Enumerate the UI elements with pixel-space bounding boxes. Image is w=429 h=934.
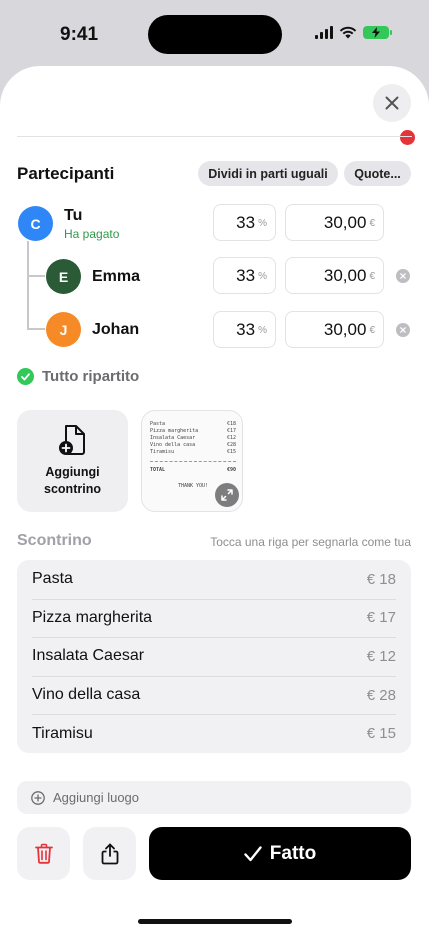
list-item[interactable]: Insalata Caesar € 12 — [17, 637, 411, 676]
avatar: E — [46, 259, 81, 294]
tree-connector — [27, 275, 45, 277]
add-document-icon — [58, 425, 85, 455]
remove-participant-icon[interactable] — [396, 269, 410, 283]
list-item[interactable]: Pasta € 18 — [17, 560, 411, 599]
battery-charging-icon — [363, 26, 392, 39]
avatar: J — [46, 312, 81, 347]
status-bar: 9:41 — [0, 0, 429, 66]
header-divider — [17, 136, 412, 137]
remove-participant-icon[interactable] — [396, 323, 410, 337]
tree-connector — [27, 241, 29, 328]
fully-split-status: Tutto ripartito — [17, 368, 139, 385]
receipt-hint: Tocca una riga per segnarla come tua — [210, 535, 411, 549]
trash-icon — [34, 843, 53, 864]
share-icon — [101, 843, 118, 864]
checkmark-circle-icon — [17, 368, 34, 385]
add-place-button[interactable]: Aggiungi luogo — [17, 781, 411, 814]
receipt-section-title: Scontrino — [17, 532, 92, 549]
expand-icon[interactable] — [215, 483, 239, 507]
paid-status: Ha pagato — [64, 227, 120, 241]
amount-field[interactable]: 30,00 € — [285, 311, 384, 348]
xmark-icon — [385, 96, 399, 110]
amount-field[interactable]: 30,00 € — [285, 257, 384, 294]
avatar: C — [18, 206, 53, 241]
add-receipt-label: Aggiungi scontrino — [44, 465, 101, 496]
share-button[interactable] — [83, 827, 136, 880]
tree-connector — [27, 328, 45, 330]
list-item[interactable]: Pizza margherita € 17 — [17, 598, 411, 638]
notification-dot — [400, 130, 415, 145]
receipt-items-list: Pasta € 18 Pizza margherita € 17 Insalat… — [17, 560, 411, 753]
delete-button[interactable] — [17, 827, 70, 880]
fully-split-label: Tutto ripartito — [42, 368, 140, 385]
status-time: 9:41 — [60, 24, 99, 45]
wifi-icon — [339, 26, 357, 39]
add-receipt-button[interactable]: Aggiungi scontrino — [17, 410, 128, 512]
list-item[interactable]: Tiramisu € 15 — [17, 714, 411, 753]
cellular-signal-icon — [315, 26, 333, 39]
dynamic-island — [148, 15, 282, 54]
status-icons — [315, 26, 392, 39]
done-button[interactable]: Fatto — [149, 827, 411, 880]
equal-split-button[interactable]: Dividi in parti uguali — [198, 161, 338, 186]
home-indicator — [138, 919, 292, 924]
percent-field[interactable]: 33% — [213, 311, 276, 348]
participant-name: Emma — [92, 268, 141, 285]
split-expense-sheet: Partecipanti Dividi in parti uguali Quot… — [0, 66, 429, 934]
done-label: Fatto — [269, 842, 317, 864]
participants-title: Partecipanti — [17, 164, 115, 183]
percent-field[interactable]: 33% — [213, 257, 276, 294]
participant-name: Johan — [92, 321, 140, 338]
close-button[interactable] — [373, 84, 411, 122]
receipt-thumbnail[interactable]: Pasta €18 Pizza margherita €17 Insalata Ca… — [141, 410, 243, 512]
amount-field[interactable]: 30,00 € — [285, 204, 384, 241]
checkmark-icon — [244, 845, 262, 861]
percent-field[interactable]: 33% — [213, 204, 276, 241]
plus-circle-icon — [31, 790, 45, 805]
participant-name: Tu — [64, 207, 83, 224]
add-place-label: Aggiungi luogo — [53, 790, 140, 805]
shares-button[interactable]: Quote... — [344, 161, 411, 186]
list-item[interactable]: Vino della casa € 28 — [17, 675, 411, 715]
